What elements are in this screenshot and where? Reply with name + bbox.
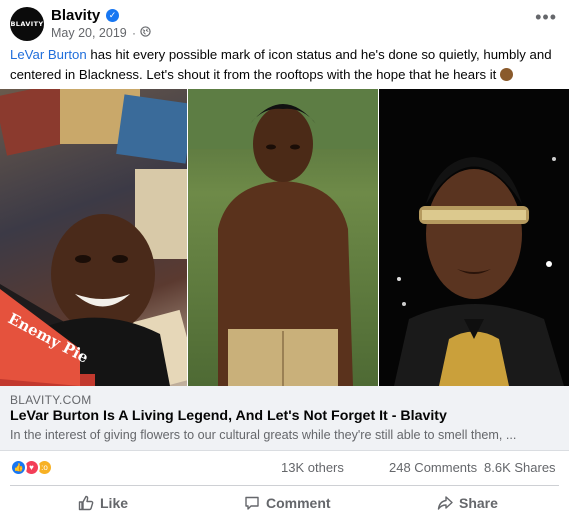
reaction-count[interactable]: 13K others [281, 460, 344, 475]
post-card: BLAVITY Blavity ✓ May 20, 2019 · ••• LeV… [0, 0, 569, 519]
mention-link[interactable]: LeVar Burton [10, 47, 87, 62]
post-text: LeVar Burton has hit every possible mark… [10, 45, 558, 84]
link-description: In the interest of giving flowers to our… [10, 428, 517, 442]
raised-fist-emoji-icon [500, 67, 513, 81]
divider [10, 485, 559, 486]
verified-badge-icon: ✓ [106, 9, 119, 22]
link-domain: BLAVITY.COM [10, 393, 92, 407]
like-reaction-icon: 👍 [10, 459, 27, 476]
photo-roots[interactable] [188, 89, 378, 386]
photo-star-trek[interactable] [379, 89, 569, 386]
comment-count[interactable]: 248 Comments [389, 460, 477, 475]
share-count[interactable]: 8.6K Shares [484, 460, 556, 475]
date-separator: · [132, 26, 136, 40]
post-body: has hit every possible mark of icon stat… [10, 47, 552, 82]
share-button[interactable]: Share [437, 490, 498, 516]
thumbs-up-icon [78, 495, 94, 511]
photo-roots-illustration [188, 89, 378, 386]
globe-icon [140, 26, 151, 37]
post-date[interactable]: May 20, 2019 [51, 26, 127, 40]
page-name[interactable]: Blavity [51, 7, 100, 24]
photo-star-trek-illustration [394, 157, 564, 386]
avatar[interactable]: BLAVITY [10, 7, 44, 41]
comment-button[interactable]: Comment [244, 490, 331, 516]
comment-label: Comment [266, 495, 331, 511]
like-label: Like [100, 495, 129, 511]
photo-books-illustration: Enemy Pie [0, 89, 187, 386]
photo-books[interactable]: Enemy Pie [0, 89, 187, 386]
share-label: Share [459, 495, 498, 511]
share-arrow-icon [437, 496, 453, 510]
photo-collage[interactable]: Enemy Pie [0, 89, 569, 386]
link-title[interactable]: LeVar Burton Is A Living Legend, And Let… [10, 408, 447, 424]
more-options-icon[interactable]: ••• [535, 8, 557, 26]
post-header: BLAVITY Blavity ✓ May 20, 2019 · ••• [10, 6, 557, 42]
link-preview[interactable]: BLAVITY.COM LeVar Burton Is A Living Leg… [0, 386, 569, 451]
comment-icon [245, 496, 259, 510]
like-button[interactable]: Like [78, 490, 128, 516]
